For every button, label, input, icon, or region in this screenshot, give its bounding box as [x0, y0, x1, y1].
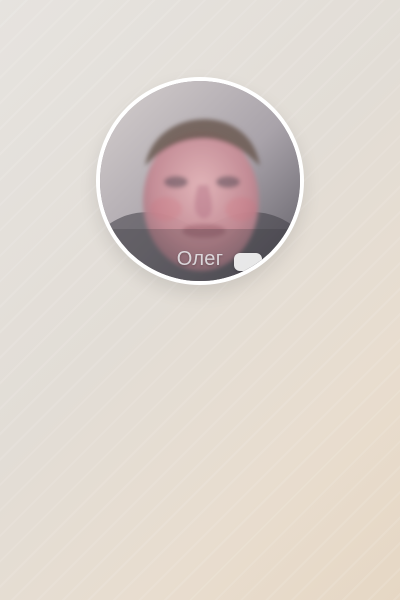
- avatar-frame: Олег: [96, 77, 304, 285]
- avatar-name-label: Олег: [176, 248, 224, 270]
- avatar[interactable]: Олег: [100, 81, 300, 281]
- rounded-rectangle-icon: [234, 253, 262, 271]
